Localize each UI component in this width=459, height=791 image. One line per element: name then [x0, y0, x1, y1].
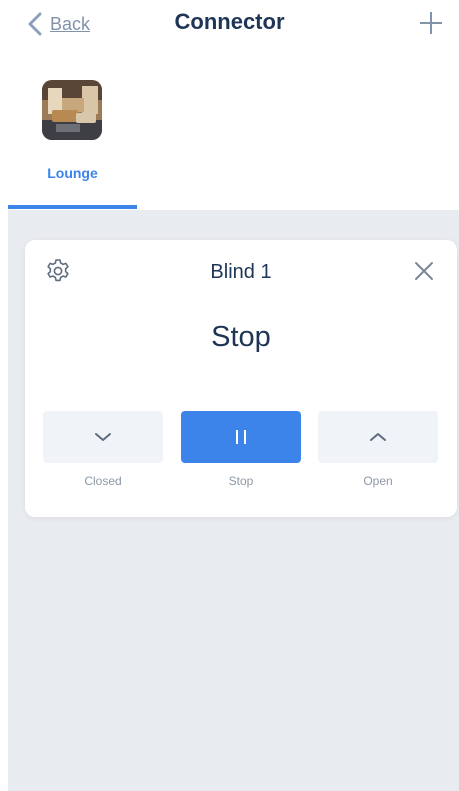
close-icon[interactable]	[413, 260, 435, 282]
selected-tab-indicator	[8, 205, 137, 209]
stop-blind-button[interactable]	[181, 411, 301, 463]
room-label: Lounge	[47, 165, 98, 181]
close-blind-button[interactable]	[43, 411, 163, 463]
chevron-up-icon	[370, 433, 386, 441]
blind-status: Stop	[211, 321, 271, 353]
main-content-area: Blind 1 Stop Closed Stop Open	[8, 210, 459, 791]
stop-label: Stop	[228, 474, 254, 488]
room-tabs: Lounge	[8, 60, 459, 210]
top-nav-bar: Back Connector	[0, 0, 459, 60]
page-title: Connector	[174, 9, 285, 34]
room-thumbnail	[42, 80, 102, 140]
plus-icon[interactable]	[417, 9, 445, 37]
closed-label: Closed	[84, 474, 122, 488]
room-tab-lounge[interactable]: Lounge	[8, 60, 137, 210]
pause-icon	[236, 430, 246, 444]
chevron-down-icon	[95, 433, 111, 441]
open-blind-button[interactable]	[318, 411, 438, 463]
blind-title: Blind 1	[210, 261, 272, 283]
blind-card: Blind 1 Stop Closed Stop Open	[25, 240, 457, 517]
open-label: Open	[363, 474, 393, 488]
